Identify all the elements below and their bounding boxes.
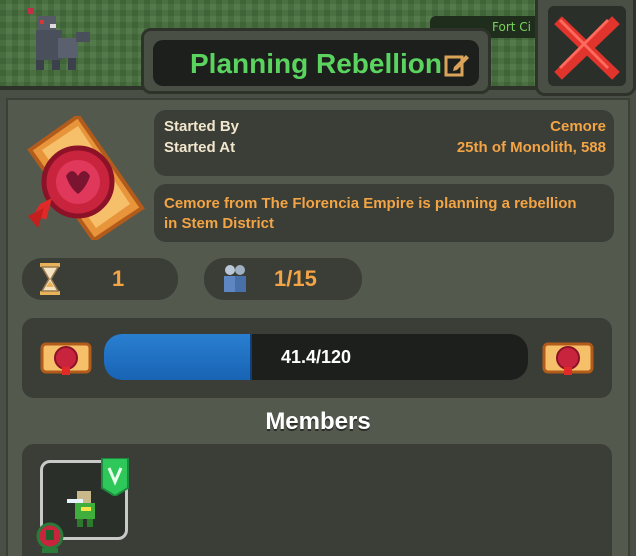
rebellion-progress-bar: 41.4/120 bbox=[104, 334, 528, 380]
progress-text: 41.4/120 bbox=[280, 347, 352, 367]
members-count-value: 1/15 bbox=[274, 266, 317, 291]
members-count-stat[interactable]: 1/15 bbox=[204, 258, 362, 300]
leader-banner-icon bbox=[101, 458, 129, 496]
people-icon bbox=[224, 265, 246, 292]
edit-icon[interactable] bbox=[444, 51, 470, 77]
seal-scroll-icon-left bbox=[40, 342, 92, 375]
seal-scroll-icon-right bbox=[542, 342, 594, 375]
hourglass-icon bbox=[40, 263, 60, 295]
started-at-label: Started At bbox=[164, 139, 236, 156]
wax-seal-scroll-icon bbox=[27, 116, 145, 240]
time-value: 1 bbox=[112, 266, 125, 291]
started-by-label: Started By bbox=[164, 118, 240, 135]
members-heading: Members bbox=[265, 408, 371, 435]
started-at-value: 25th of Monolith, 588 bbox=[456, 139, 606, 156]
time-stat[interactable]: 1 bbox=[22, 258, 178, 300]
info-panel: Started By Cemore Started At 25th of Mon… bbox=[154, 110, 614, 176]
description-panel: Cemore from The Florencia Empire is plan… bbox=[154, 184, 614, 242]
close-x-icon[interactable] bbox=[548, 6, 626, 86]
kingdom-emblem-icon bbox=[36, 522, 64, 553]
started-by-value: Cemore bbox=[550, 118, 606, 135]
wolf-creature[interactable] bbox=[28, 8, 96, 74]
window-title: Planning Rebellion bbox=[190, 48, 443, 79]
rebellion-description: Cemore from The Florencia Empire is plan… bbox=[164, 195, 577, 232]
